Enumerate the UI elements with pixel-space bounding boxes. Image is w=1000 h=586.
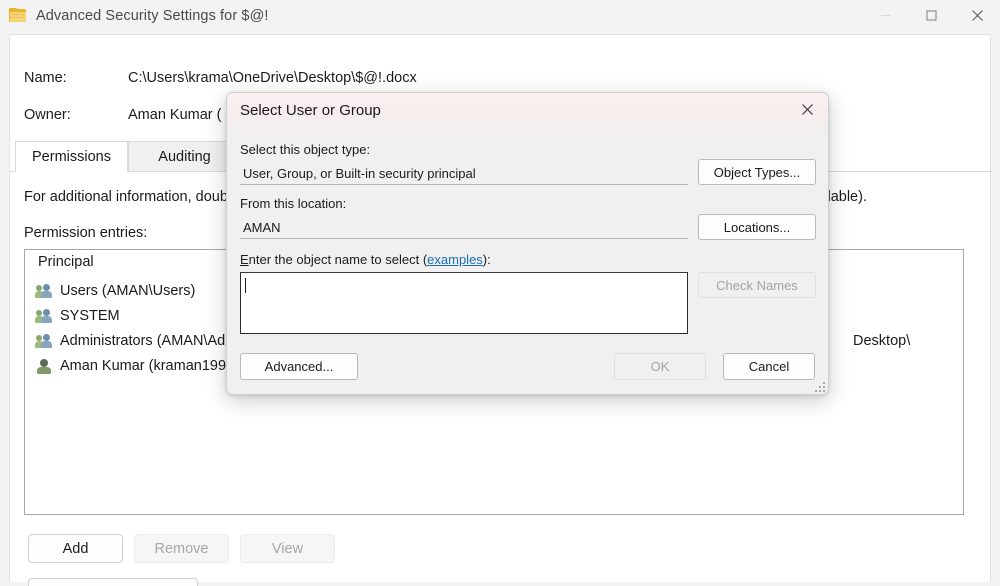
examples-link[interactable]: examples <box>427 252 483 267</box>
advanced-button-label: Advanced... <box>265 359 334 374</box>
tab-auditing[interactable]: Auditing <box>128 141 241 172</box>
resize-grip[interactable] <box>815 382 827 394</box>
object-name-label-end: ): <box>483 252 491 267</box>
view-button-label: View <box>272 541 303 557</box>
tab-auditing-label: Auditing <box>158 149 210 165</box>
owner-label: Owner: <box>24 107 71 123</box>
advanced-button[interactable]: Advanced... <box>240 353 358 380</box>
object-types-button[interactable]: Object Types... <box>698 159 816 185</box>
check-names-button-label: Check Names <box>716 278 798 293</box>
principal-name: Users (AMAN\Users) <box>60 283 195 299</box>
principal-name: SYSTEM <box>60 308 120 324</box>
view-button[interactable]: View <box>240 534 335 563</box>
close-icon[interactable] <box>954 0 1000 31</box>
window-titlebar: Advanced Security Settings for $@! <box>0 0 1000 31</box>
object-name-input[interactable] <box>240 272 688 334</box>
folder-icon <box>9 8 27 24</box>
owner-value: Aman Kumar ( <box>128 107 221 123</box>
text-caret <box>245 278 246 293</box>
group-icon <box>36 308 53 324</box>
add-button[interactable]: Add <box>28 534 123 563</box>
object-type-value: User, Group, or Built-in security princi… <box>240 162 688 185</box>
ok-button[interactable]: OK <box>614 353 706 380</box>
column-header-principal: Principal <box>38 254 94 270</box>
remove-button-label: Remove <box>155 541 209 557</box>
name-value: C:\Users\krama\OneDrive\Desktop\$@!.docx <box>128 70 417 86</box>
user-icon <box>36 358 53 374</box>
add-button-label: Add <box>63 541 89 557</box>
group-icon <box>36 283 53 299</box>
object-name-accel: E <box>240 252 249 267</box>
minimize-icon[interactable] <box>862 0 908 31</box>
object-name-label-rest: nter the object name to select ( <box>249 252 427 267</box>
object-name-label: Enter the object name to select (example… <box>240 252 491 267</box>
select-user-or-group-dialog: Select User or Group Select this object … <box>226 92 829 395</box>
dialog-body: Select this object type: User, Group, or… <box>227 131 829 395</box>
maximize-icon[interactable] <box>908 0 954 31</box>
location-label: From this location: <box>240 196 346 211</box>
object-types-button-label: Object Types... <box>714 165 800 180</box>
location-value: AMAN <box>240 216 688 239</box>
remove-button[interactable]: Remove <box>134 534 229 563</box>
check-names-button[interactable]: Check Names <box>698 272 816 298</box>
advanced-security-settings-window: Advanced Security Settings for $@! Name:… <box>0 0 1000 586</box>
permission-entries-label: Permission entries: <box>24 225 147 241</box>
window-title: Advanced Security Settings for $@! <box>36 8 269 24</box>
group-icon <box>36 333 53 349</box>
window-controls <box>862 0 1000 31</box>
dialog-title: Select User or Group <box>240 102 381 119</box>
object-type-label: Select this object type: <box>240 142 370 157</box>
cancel-button-label: Cancel <box>749 359 789 374</box>
cancel-button[interactable]: Cancel <box>723 353 815 380</box>
dialog-titlebar: Select User or Group <box>227 93 829 131</box>
tab-permissions[interactable]: Permissions <box>15 141 128 172</box>
close-icon[interactable] <box>785 93 829 126</box>
ok-button-label: OK <box>651 359 670 374</box>
locations-button[interactable]: Locations... <box>698 214 816 240</box>
name-label: Name: <box>24 70 67 86</box>
disable-inheritance-button[interactable]: Disable inheritance <box>28 578 198 586</box>
tab-permissions-label: Permissions <box>32 149 111 165</box>
locations-button-label: Locations... <box>724 220 791 235</box>
principal-path: Desktop\ <box>853 333 910 349</box>
